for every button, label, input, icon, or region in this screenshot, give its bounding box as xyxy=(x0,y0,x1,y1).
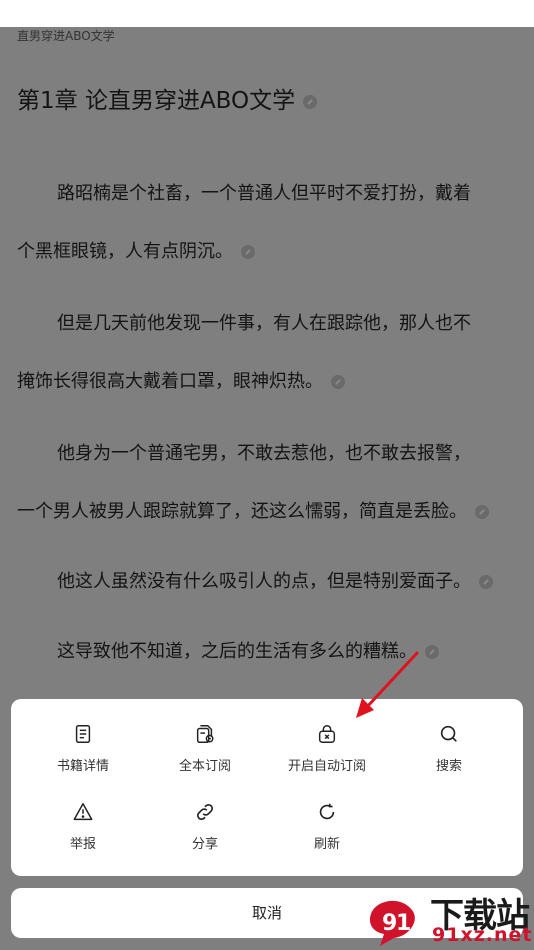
svg-text:1: 1 xyxy=(396,911,411,936)
watermark-domain: 91xz.net xyxy=(432,924,533,946)
annotation-arrow xyxy=(356,650,420,718)
